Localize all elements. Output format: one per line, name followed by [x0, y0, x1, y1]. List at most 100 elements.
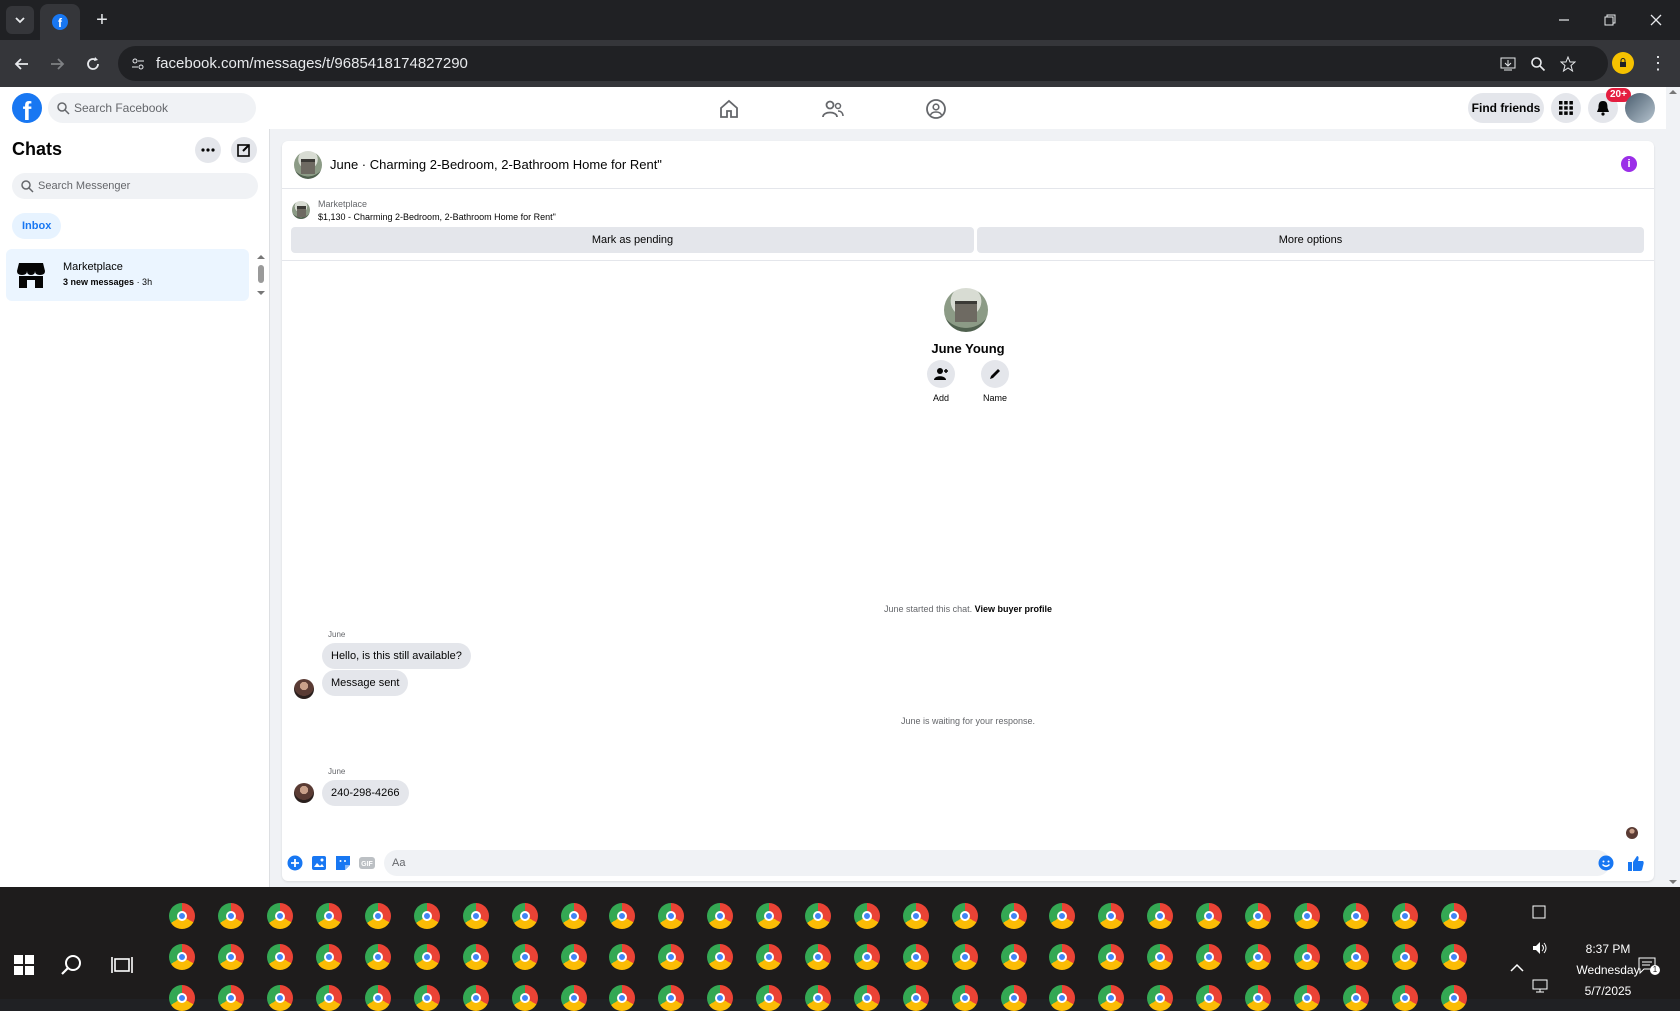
chrome-icon[interactable] [1440, 943, 1467, 970]
chrome-icon[interactable] [560, 943, 587, 970]
facebook-logo[interactable]: f [12, 93, 42, 123]
chrome-icon[interactable] [1342, 902, 1369, 929]
back-button[interactable] [9, 51, 35, 77]
menu-grid-button[interactable] [1551, 93, 1581, 123]
emoji-button[interactable] [1598, 855, 1614, 871]
chrome-icon[interactable] [1440, 984, 1467, 1011]
like-button[interactable] [1628, 855, 1644, 871]
minimize-button[interactable] [1552, 8, 1576, 32]
find-friends-button[interactable]: Find friends [1468, 93, 1544, 123]
chevron-up-icon[interactable] [1510, 963, 1524, 973]
restore-button[interactable] [1598, 8, 1622, 32]
chrome-icon[interactable] [1293, 984, 1320, 1011]
extension-lock-icon[interactable] [1612, 52, 1634, 74]
chrome-icon[interactable] [853, 902, 880, 929]
chrome-icon[interactable] [1440, 902, 1467, 929]
chrome-icon[interactable] [1098, 902, 1125, 929]
new-message-button[interactable] [231, 137, 257, 163]
chrome-icon[interactable] [805, 984, 832, 1011]
chrome-icon[interactable] [658, 943, 685, 970]
browser-tab-facebook[interactable]: f [40, 4, 80, 40]
chrome-icon[interactable] [413, 902, 440, 929]
chrome-icon[interactable] [365, 902, 391, 929]
conversation-item-marketplace[interactable]: Marketplace 3 new messages · 3h [6, 249, 249, 301]
bookmark-star-icon[interactable] [1558, 54, 1578, 74]
chrome-icon[interactable] [1098, 984, 1125, 1011]
chrome-icon[interactable] [853, 943, 880, 970]
close-window-button[interactable] [1644, 8, 1668, 32]
chrome-icon[interactable] [756, 943, 783, 970]
chrome-icon[interactable] [316, 943, 343, 970]
chrome-icon[interactable] [1098, 943, 1125, 970]
message-bubble[interactable]: 240-298-4266 [322, 780, 409, 806]
account-avatar[interactable] [1625, 93, 1655, 123]
tab-search-button[interactable] [6, 6, 34, 34]
chrome-icon[interactable] [462, 902, 489, 929]
scroll-up-arrow-icon[interactable] [1666, 87, 1680, 97]
sidebar-scrollbar-thumb[interactable] [258, 265, 264, 283]
profile-photo[interactable] [944, 288, 988, 332]
chrome-icon[interactable] [1342, 984, 1369, 1011]
nav-friends-button[interactable] [821, 97, 845, 121]
chrome-icon[interactable] [756, 902, 783, 929]
chrome-icon[interactable] [413, 984, 440, 1011]
chrome-icon[interactable] [413, 943, 440, 970]
site-settings-icon[interactable] [128, 54, 148, 74]
chrome-icon[interactable] [609, 943, 636, 970]
chrome-icon[interactable] [1147, 984, 1174, 1011]
profile-name[interactable]: June Young [282, 341, 1654, 356]
nav-groups-button[interactable] [924, 97, 948, 121]
inbox-filter-tab[interactable]: Inbox [12, 213, 62, 239]
sender-avatar[interactable] [294, 679, 314, 699]
chrome-icon[interactable] [902, 984, 929, 1011]
chrome-icon[interactable] [951, 902, 978, 929]
message-bubble[interactable]: Message sent [322, 670, 409, 696]
chrome-icon[interactable] [267, 902, 294, 929]
chrome-icon[interactable] [1196, 902, 1223, 929]
chrome-icon[interactable] [707, 943, 734, 970]
attach-photo-button[interactable] [311, 855, 327, 871]
info-icon[interactable]: i [1621, 156, 1637, 172]
chrome-icon[interactable] [951, 984, 978, 1011]
chrome-icon[interactable] [365, 943, 391, 970]
message-bubble[interactable]: Hello, is this still available? [322, 643, 471, 669]
scroll-up-arrow-icon[interactable] [257, 253, 265, 261]
taskbar-search-icon[interactable] [60, 953, 84, 977]
chrome-icon[interactable] [560, 984, 587, 1011]
chrome-icon[interactable] [1049, 902, 1076, 929]
chrome-icon[interactable] [1342, 943, 1369, 970]
chrome-icon[interactable] [853, 984, 880, 1011]
sender-avatar[interactable] [294, 783, 314, 803]
facebook-search-input[interactable]: Search Facebook [48, 93, 256, 123]
edit-name-button[interactable] [981, 360, 1009, 388]
chrome-icon[interactable] [1000, 902, 1027, 929]
network-icon[interactable] [1532, 979, 1548, 993]
more-options-button[interactable]: More options [977, 227, 1644, 253]
chrome-icon[interactable] [1245, 902, 1272, 929]
forward-button[interactable] [44, 51, 70, 77]
chrome-icon[interactable] [707, 902, 734, 929]
chrome-icon[interactable] [1391, 943, 1418, 970]
chrome-icon[interactable] [365, 984, 391, 1011]
chrome-icon[interactable] [267, 943, 294, 970]
chrome-icon[interactable] [902, 902, 929, 929]
chats-options-button[interactable] [195, 137, 221, 163]
volume-icon[interactable] [1532, 941, 1548, 955]
chrome-icon[interactable] [951, 943, 978, 970]
view-buyer-profile-link[interactable]: View buyer profile [975, 604, 1052, 614]
install-app-icon[interactable] [1498, 54, 1518, 74]
chrome-icon[interactable] [511, 902, 538, 929]
chrome-icon[interactable] [169, 943, 196, 970]
chrome-icon[interactable] [609, 902, 636, 929]
chrome-icon[interactable] [1049, 943, 1076, 970]
chrome-icon[interactable] [1196, 984, 1223, 1011]
chrome-icon[interactable] [1000, 943, 1027, 970]
chrome-icon[interactable] [902, 943, 929, 970]
chrome-icon[interactable] [169, 902, 196, 929]
chat-title[interactable]: June · Charming 2-Bedroom, 2-Bathroom Ho… [330, 157, 662, 172]
action-center-button[interactable]: 1 [1638, 957, 1660, 975]
chrome-icon[interactable] [707, 984, 734, 1011]
page-scrollbar[interactable] [1666, 87, 1680, 887]
chrome-icon[interactable] [1196, 943, 1223, 970]
chrome-icon[interactable] [316, 902, 343, 929]
